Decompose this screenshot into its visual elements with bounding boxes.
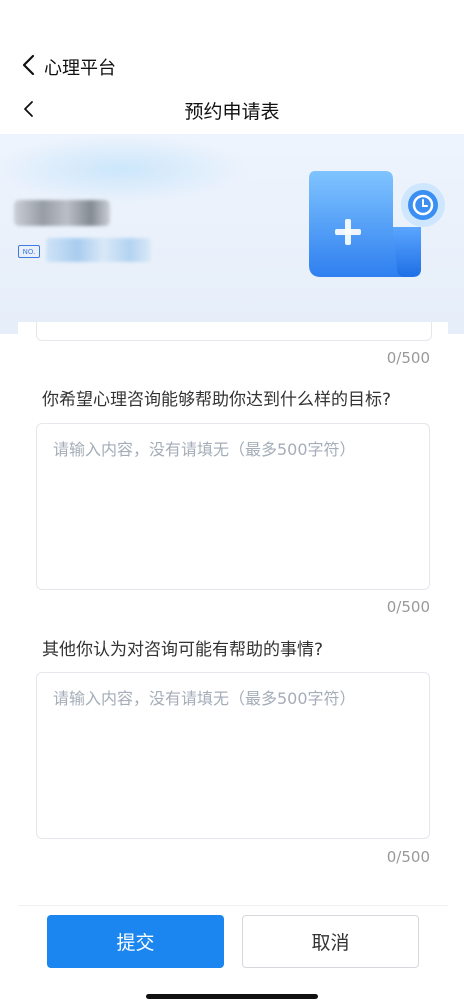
- question-other-label: 其他你认为对咨询可能有帮助的事情?: [42, 640, 324, 660]
- home-indicator: [146, 994, 318, 999]
- other-info-textarea[interactable]: 请输入内容，没有请填无（最多500字符）: [36, 672, 430, 839]
- submit-button[interactable]: 提交: [47, 915, 224, 968]
- question-goals-label: 你希望心理咨询能够帮助你达到什么样的目标?: [42, 390, 392, 410]
- goals-textarea[interactable]: 请输入内容，没有请填无（最多500字符）: [36, 423, 430, 590]
- page-header: 预约申请表: [0, 88, 464, 134]
- app-name[interactable]: 心理平台: [44, 54, 116, 80]
- page-title: 预约申请表: [184, 101, 280, 123]
- app-top-bar: 心理平台: [0, 0, 464, 88]
- number-badge: NO.: [18, 245, 40, 258]
- previous-textarea[interactable]: [36, 322, 432, 341]
- blurred-number: [46, 238, 151, 262]
- char-counter: 0/500: [386, 848, 430, 866]
- banner-glow: [0, 134, 250, 204]
- blurred-name: [14, 200, 110, 226]
- char-counter: 0/500: [386, 349, 430, 367]
- back-to-app-icon[interactable]: [18, 53, 42, 77]
- char-counter: 0/500: [386, 598, 430, 616]
- document-plus-illustration: [305, 165, 455, 285]
- cancel-button[interactable]: 取消: [242, 915, 419, 968]
